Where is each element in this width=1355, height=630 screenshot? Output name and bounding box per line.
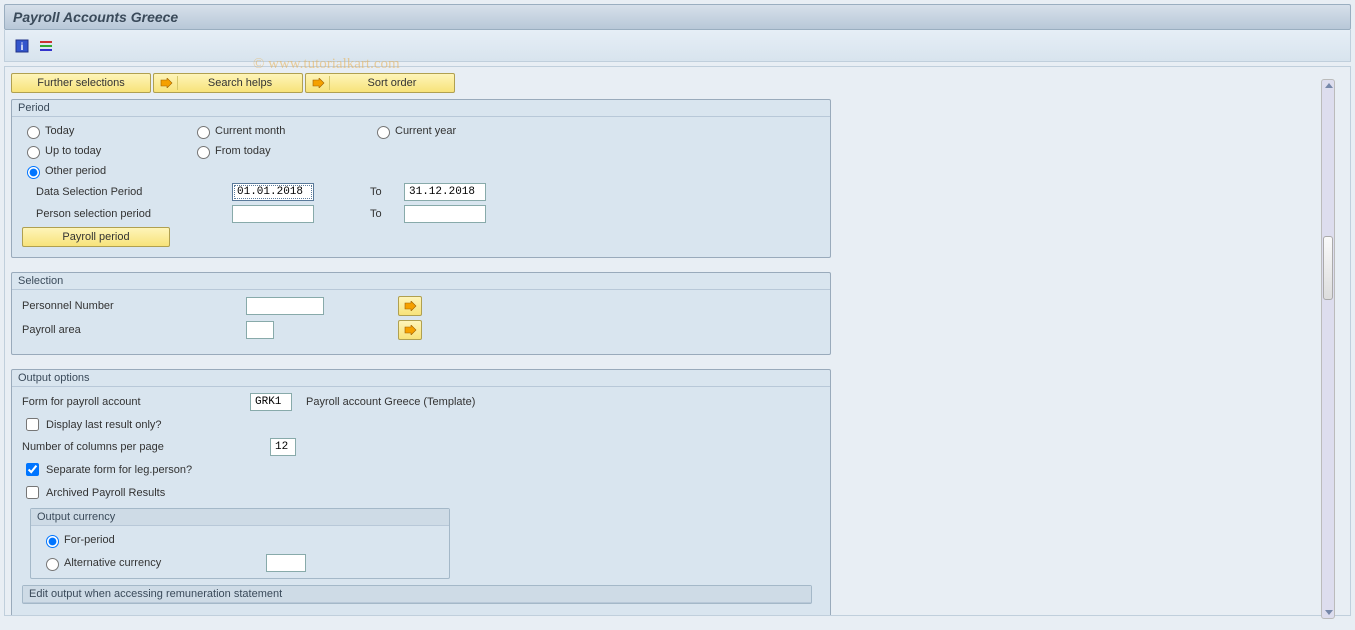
display-last-label: Display last result only? <box>46 419 162 431</box>
separate-form-label: Separate form for leg.person? <box>46 464 192 476</box>
radio-current-year-input[interactable] <box>377 126 390 139</box>
personnel-number-multiselect-button[interactable] <box>398 296 422 316</box>
cols-per-page-input[interactable] <box>270 438 296 456</box>
radio-current-year[interactable]: Current year <box>372 123 522 139</box>
radio-up-to-today[interactable]: Up to today <box>22 143 192 159</box>
radio-current-month-input[interactable] <box>197 126 210 139</box>
cols-per-page-label: Number of columns per page <box>22 441 270 453</box>
radio-other-period[interactable]: Other period <box>22 163 192 179</box>
scroll-thumb[interactable] <box>1323 236 1333 300</box>
radio-for-period-input[interactable] <box>46 535 59 548</box>
personnel-number-input[interactable] <box>246 297 324 315</box>
sort-order-label: Sort order <box>330 77 454 89</box>
radio-current-month[interactable]: Current month <box>192 123 372 139</box>
radio-from-today[interactable]: From today <box>192 143 372 159</box>
list-icon[interactable] <box>37 38 55 54</box>
arrow-right-icon <box>154 76 178 90</box>
app-toolbar: i © www.tutorialkart.com <box>4 30 1351 62</box>
scroll-down-icon[interactable] <box>1325 610 1333 615</box>
output-currency-title: Output currency <box>31 509 449 526</box>
main-content: Further selections Search helps Sort ord… <box>4 66 1351 616</box>
search-helps-button[interactable]: Search helps <box>153 73 303 93</box>
radio-for-period-label: For-period <box>64 534 115 546</box>
radio-today[interactable]: Today <box>22 123 192 139</box>
radio-from-today-input[interactable] <box>197 146 210 159</box>
display-last-checkbox[interactable] <box>26 418 39 431</box>
secondary-scrollbar[interactable] <box>1321 79 1335 619</box>
person-selection-from-input[interactable] <box>232 205 314 223</box>
period-panel-title: Period <box>12 100 830 117</box>
action-button-row: Further selections Search helps Sort ord… <box>11 73 1344 93</box>
person-selection-to-input[interactable] <box>404 205 486 223</box>
selection-panel: Selection Personnel Number Payroll area <box>11 272 831 355</box>
output-options-panel: Output options Form for payroll account … <box>11 369 831 616</box>
person-selection-to-label: To <box>354 208 404 220</box>
radio-up-to-today-label: Up to today <box>45 145 101 157</box>
radio-up-to-today-input[interactable] <box>27 146 40 159</box>
personnel-number-label: Personnel Number <box>22 300 246 312</box>
output-options-title: Output options <box>12 370 830 387</box>
radio-for-period[interactable]: For-period <box>41 532 439 548</box>
sort-order-button[interactable]: Sort order <box>305 73 455 93</box>
alt-currency-input[interactable] <box>266 554 306 572</box>
data-selection-to-input[interactable] <box>404 183 486 201</box>
payroll-period-button[interactable]: Payroll period <box>22 227 170 247</box>
radio-from-today-label: From today <box>215 145 271 157</box>
archived-results-label: Archived Payroll Results <box>46 487 165 499</box>
svg-text:i: i <box>21 42 24 53</box>
form-description: Payroll account Greece (Template) <box>306 396 475 408</box>
scroll-up-icon[interactable] <box>1325 83 1333 88</box>
radio-today-input[interactable] <box>27 126 40 139</box>
payroll-area-multiselect-button[interactable] <box>398 320 422 340</box>
form-code-input[interactable] <box>250 393 292 411</box>
further-selections-button[interactable]: Further selections <box>11 73 151 93</box>
radio-alt-currency-label: Alternative currency <box>64 557 264 569</box>
payroll-area-label: Payroll area <box>22 324 246 336</box>
info-icon[interactable]: i <box>13 38 31 54</box>
page-title: Payroll Accounts Greece <box>4 4 1351 30</box>
output-currency-subpanel: Output currency For-period Alternative c… <box>30 508 450 579</box>
archived-results-checkbox[interactable] <box>26 486 39 499</box>
search-helps-label: Search helps <box>178 77 302 89</box>
radio-today-label: Today <box>45 125 74 137</box>
edit-output-title: Edit output when accessing remuneration … <box>23 586 811 603</box>
data-selection-to-label: To <box>354 186 404 198</box>
form-for-payroll-label: Form for payroll account <box>22 396 250 408</box>
radio-current-month-label: Current month <box>215 125 285 137</box>
data-selection-from-input[interactable] <box>232 183 314 201</box>
radio-current-year-label: Current year <box>395 125 456 137</box>
radio-alt-currency[interactable]: Alternative currency <box>41 554 439 572</box>
data-selection-period-label: Data Selection Period <box>22 186 232 198</box>
arrow-right-icon <box>306 76 330 90</box>
radio-other-period-label: Other period <box>45 165 106 177</box>
separate-form-checkbox[interactable] <box>26 463 39 476</box>
period-panel: Period Today Current month Current year <box>11 99 831 258</box>
edit-output-subpanel: Edit output when accessing remuneration … <box>22 585 812 604</box>
selection-panel-title: Selection <box>12 273 830 290</box>
person-selection-period-label: Person selection period <box>22 208 232 220</box>
radio-alt-currency-input[interactable] <box>46 558 59 571</box>
payroll-area-input[interactable] <box>246 321 274 339</box>
radio-other-period-input[interactable] <box>27 166 40 179</box>
